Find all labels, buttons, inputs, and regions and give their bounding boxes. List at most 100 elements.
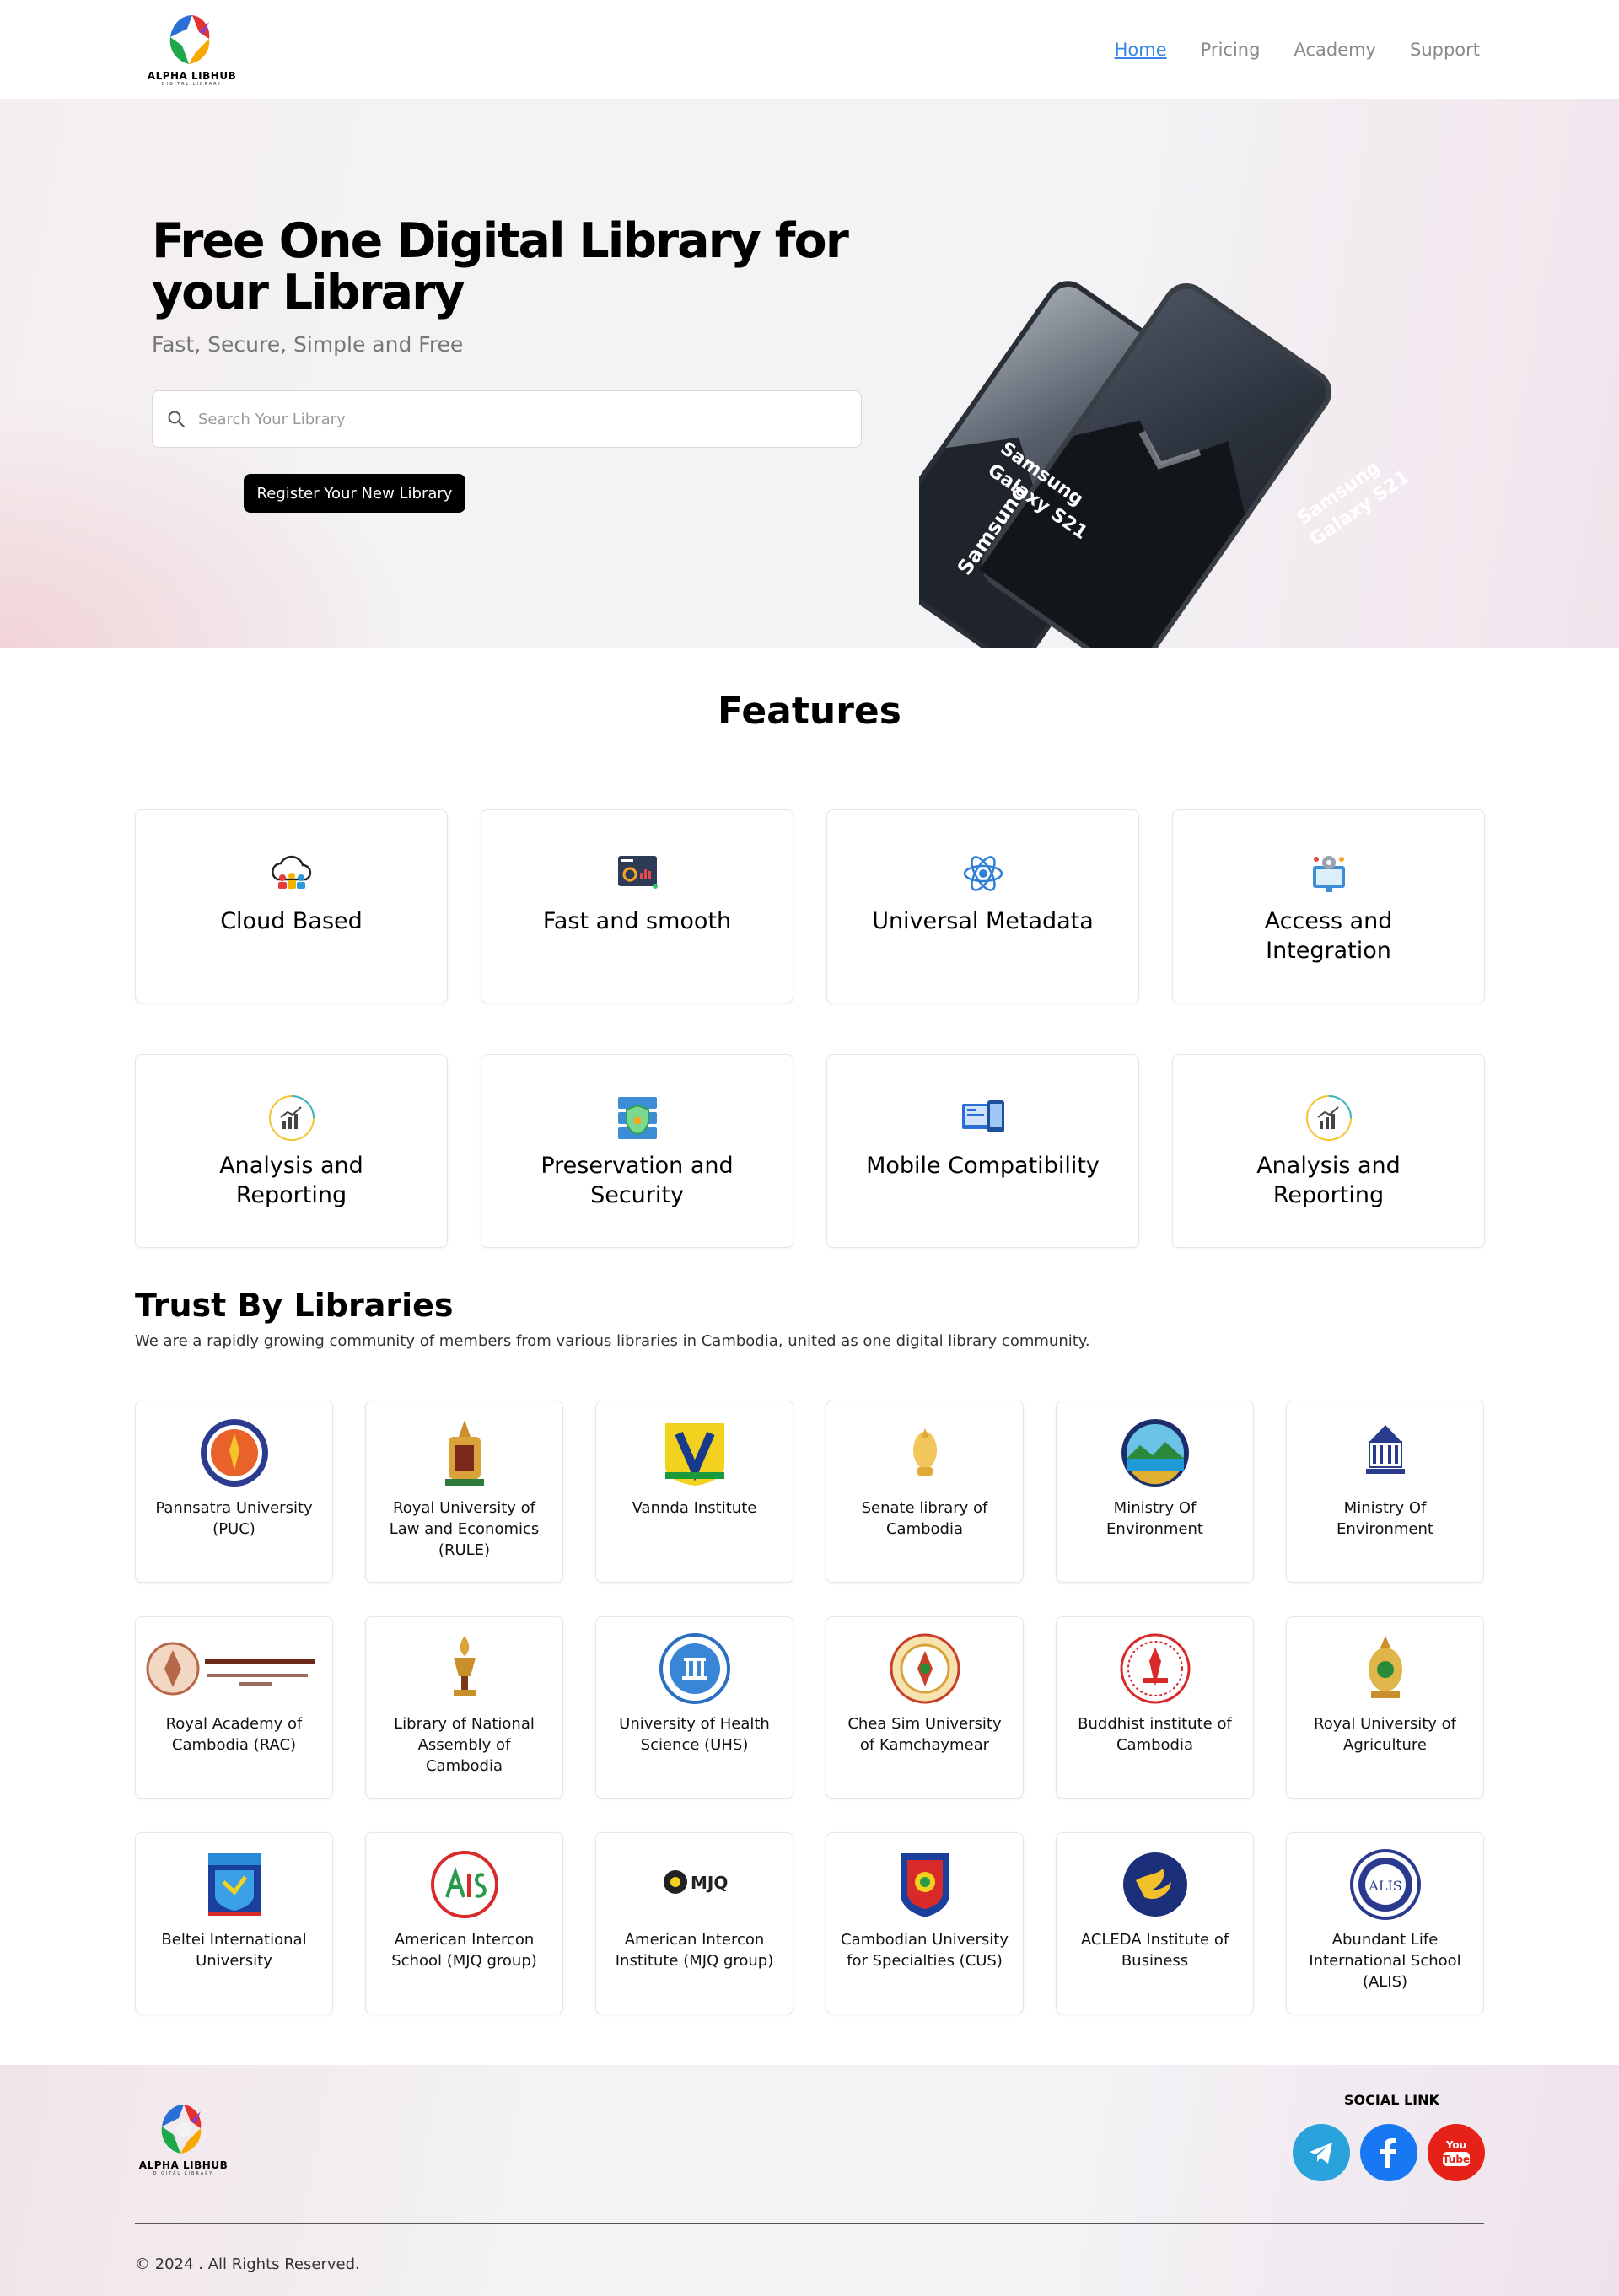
library-card[interactable]: Royal University of Law and Economics (R…: [365, 1401, 563, 1583]
library-logo: [422, 1848, 507, 1921]
library-logo: [653, 1417, 737, 1489]
library-card[interactable]: Beltei International University: [135, 1832, 333, 2014]
library-logo: [192, 1417, 277, 1489]
search-icon: [168, 411, 185, 427]
features-section: Features Cloud Based Fast and smooth Uni…: [0, 648, 1619, 1248]
library-name: Ministry Of Environment: [1337, 1499, 1433, 1538]
hero-subtitle: Fast, Secure, Simple and Free: [152, 332, 464, 357]
library-card[interactable]: University of Health Science (UHS): [595, 1616, 793, 1799]
hero-title-line2: your Library: [152, 265, 465, 320]
nav-home[interactable]: Home: [1115, 40, 1167, 60]
feature-label: Universal Metadata: [872, 908, 1094, 934]
library-logo: [192, 1848, 277, 1921]
nav-academy[interactable]: Academy: [1294, 40, 1376, 60]
library-card[interactable]: Royal University of Agriculture: [1286, 1616, 1484, 1799]
nav-pricing[interactable]: Pricing: [1201, 40, 1261, 60]
library-card[interactable]: Pannsatra University (PUC): [135, 1401, 333, 1583]
facebook-link[interactable]: [1360, 2124, 1417, 2181]
brand-logo-icon: [161, 2105, 201, 2154]
library-card[interactable]: Buddhist institute of Cambodia: [1056, 1616, 1254, 1799]
library-name: Chea Sim University of Kamchaymear: [847, 1715, 1002, 1754]
senate-logo-icon: [912, 1428, 937, 1476]
vannda-logo-icon: [664, 1423, 724, 1486]
site-footer: ALPHA LIBHUB DIGITAL LIBRARY SOCIAL LINK…: [0, 2065, 1619, 2296]
feature-card[interactable]: Cloud Based: [135, 809, 448, 1003]
library-name: Royal University of Law and Economics (R…: [389, 1499, 540, 1559]
footer-brand-name: ALPHA LIBHUB: [138, 2159, 229, 2171]
library-card[interactable]: MJQ American Intercon Institute (MJQ gro…: [595, 1832, 793, 2014]
uhs-logo-icon: [659, 1633, 730, 1704]
library-logo: [422, 1417, 507, 1489]
brand-logo[interactable]: ALPHA LIBHUB DIGITAL LIBRARY: [143, 13, 240, 87]
library-card[interactable]: ACLEDA Institute of Business: [1056, 1832, 1254, 2014]
puc-logo-icon: [200, 1419, 268, 1487]
csuk-logo-icon: [890, 1633, 960, 1704]
footer-brand-tagline: DIGITAL LIBRARY: [153, 2171, 214, 2176]
library-card[interactable]: Senate library of Cambodia: [826, 1401, 1024, 1583]
feature-label: Analysis and Reporting: [219, 1153, 363, 1208]
library-card[interactable]: Ministry Of Environment: [1056, 1401, 1254, 1583]
feature-card[interactable]: Preservation and Security: [481, 1054, 793, 1248]
library-logo: [1113, 1848, 1197, 1921]
library-card[interactable]: Ministry Of Environment: [1286, 1401, 1484, 1583]
feature-card[interactable]: Access and Integration: [1172, 809, 1485, 1003]
library-name: Royal University of Agriculture: [1314, 1715, 1456, 1754]
library-card[interactable]: American Intercon School (MJQ group): [365, 1832, 563, 2014]
library-logo: [1343, 1632, 1428, 1705]
trust-title: Trust By Libraries: [135, 1287, 454, 1324]
library-name: Library of National Assembly of Cambodia: [394, 1715, 535, 1775]
library-logo: [883, 1632, 967, 1705]
library-card[interactable]: Royal Academy of Cambodia (RAC): [135, 1616, 333, 1799]
feature-card[interactable]: Analysis and Reporting: [135, 1054, 448, 1248]
trust-subtitle: We are a rapidly growing community of me…: [135, 1332, 1090, 1350]
telegram-link[interactable]: [1293, 2124, 1350, 2181]
library-name: Abundant Life International School (ALIS…: [1309, 1931, 1461, 1991]
library-logo: [883, 1417, 967, 1489]
library-name: American Intercon School (MJQ group): [391, 1931, 537, 1970]
national-assembly-logo-icon: [453, 1636, 476, 1696]
library-card[interactable]: ALIS Abundant Life International School …: [1286, 1832, 1484, 2014]
library-card[interactable]: Cambodian University for Specialties (CU…: [826, 1832, 1024, 2014]
hero-title-line1: Free One Digital Library for: [152, 213, 849, 269]
feature-label: Fast and smooth: [542, 908, 732, 934]
feature-label: Mobile Compatibility: [866, 1153, 1100, 1179]
library-card[interactable]: Vannda Institute: [595, 1401, 793, 1583]
feature-card[interactable]: Fast and smooth: [481, 809, 793, 1003]
search-bar[interactable]: [152, 390, 862, 448]
rule-logo-icon: [444, 1420, 484, 1486]
social-links: You Tube: [1293, 2124, 1485, 2181]
library-logo: MJQ: [653, 1848, 737, 1921]
feature-card[interactable]: Universal Metadata: [826, 809, 1139, 1003]
search-input[interactable]: [198, 410, 839, 428]
library-logo: ALIS: [1343, 1848, 1428, 1921]
library-logo: [883, 1848, 967, 1921]
environment-logo-icon: [1121, 1419, 1189, 1487]
library-name: Senate library of Cambodia: [861, 1499, 988, 1538]
library-card[interactable]: Library of National Assembly of Cambodia: [365, 1616, 563, 1799]
library-name: Ministry Of Environment: [1106, 1499, 1203, 1538]
server-shield-icon: [617, 1097, 657, 1139]
feature-label: Access and Integration: [1264, 908, 1393, 964]
register-library-button[interactable]: Register Your New Library: [244, 474, 465, 513]
devices-icon: [961, 1100, 1004, 1132]
footer-logo[interactable]: ALPHA LIBHUB DIGITAL LIBRARY: [135, 2102, 232, 2176]
cloud-users-icon: [271, 855, 311, 889]
library-name: Cambodian University for Specialties (CU…: [841, 1931, 1009, 1970]
libraries-grid: Pannsatra University (PUC) Royal Univers…: [135, 1401, 1619, 2014]
library-name: Pannsatra University (PUC): [155, 1499, 313, 1538]
rac-logo-icon: [146, 1642, 315, 1696]
youtube-link[interactable]: You Tube: [1428, 2124, 1485, 2181]
footer-divider: [135, 2223, 1484, 2224]
library-logo: [142, 1632, 327, 1705]
feature-card[interactable]: Analysis and Reporting: [1172, 1054, 1485, 1248]
nav-support[interactable]: Support: [1410, 40, 1480, 60]
library-name: ACLEDA Institute of Business: [1080, 1931, 1229, 1970]
svg-text:ALIS: ALIS: [1368, 1878, 1401, 1894]
brand-name: ALPHA LIBHUB: [147, 70, 237, 82]
analytics-icon: [1305, 1095, 1352, 1141]
feature-card[interactable]: Mobile Compatibility: [826, 1054, 1139, 1248]
features-title: Features: [718, 690, 901, 733]
library-logo: [1113, 1417, 1197, 1489]
library-card[interactable]: Chea Sim University of Kamchaymear: [826, 1616, 1024, 1799]
svg-text:Tube: Tube: [1443, 2154, 1470, 2165]
